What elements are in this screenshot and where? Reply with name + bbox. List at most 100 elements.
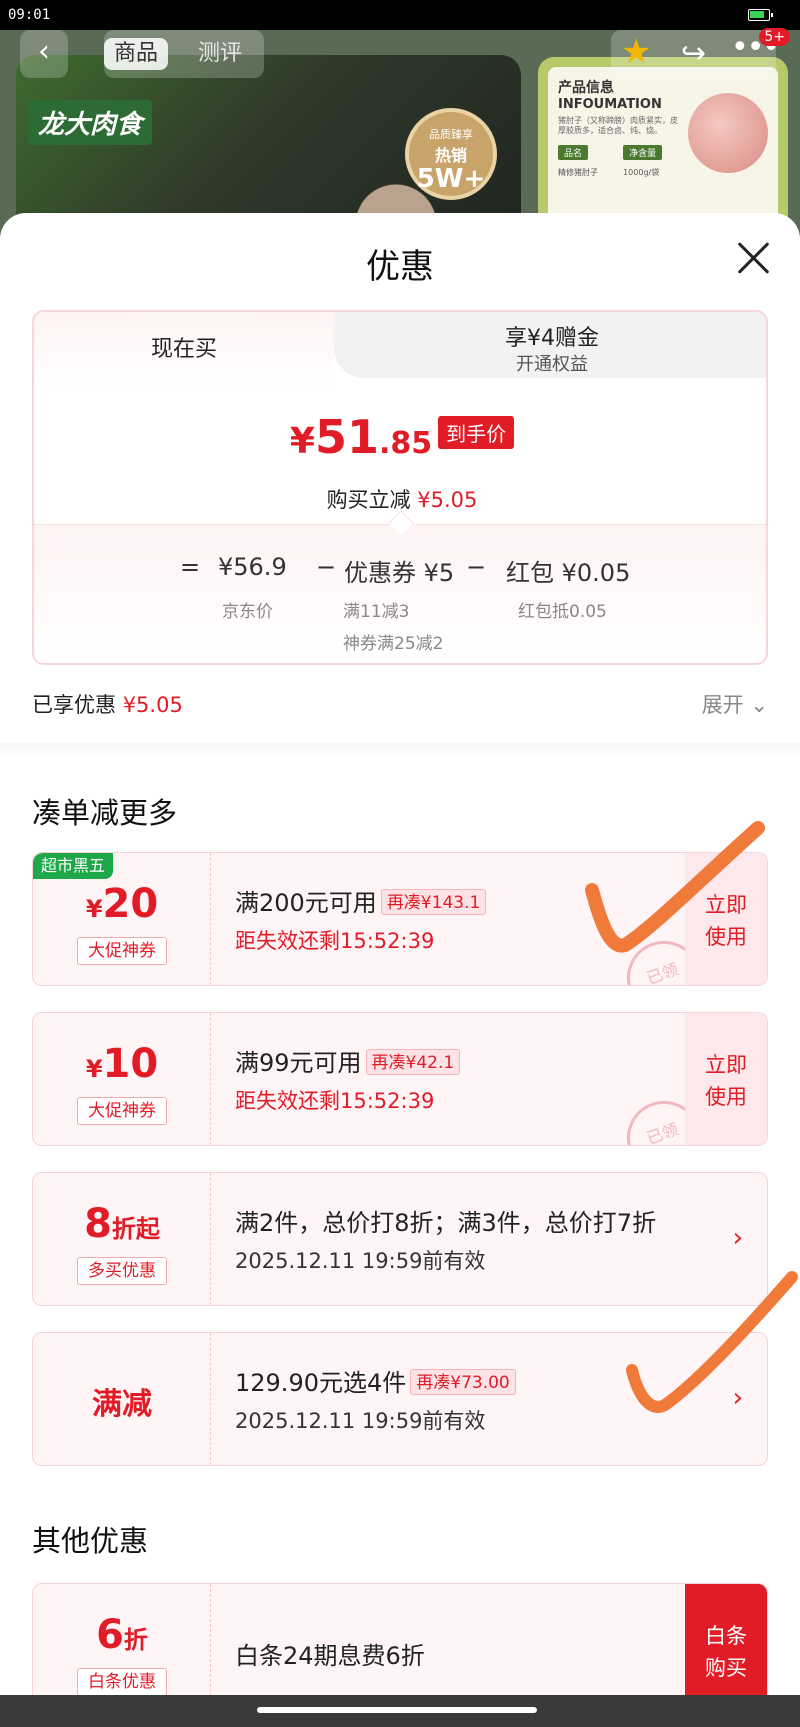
share-icon[interactable]: ↪	[681, 36, 706, 71]
chevron-down-icon: ⌄	[750, 693, 768, 717]
chevron-left-icon: ‹	[38, 34, 50, 69]
use-now-line2: 使用	[705, 1085, 747, 1109]
coupon-amount: 优惠券 ¥5	[344, 559, 455, 587]
sheet-title: 优惠	[366, 247, 434, 287]
coupon-value: 8折起 多买优惠	[33, 1173, 211, 1305]
coupon-validity: 2025.12.11 19:59前有效	[235, 1249, 486, 1273]
use-now-button[interactable]: 立即 使用	[685, 853, 767, 985]
coupon-sub: 满11减3	[343, 602, 410, 622]
coupon-type: 大促神券	[77, 1097, 167, 1125]
enjoyed-amount: ¥5.05	[122, 693, 183, 717]
home-indicator-area	[0, 1695, 800, 1727]
coupon-sub: 神券满25减2	[343, 634, 444, 654]
coupon-amount: ¥20	[33, 881, 211, 927]
coupon-countdown: 距失效还剩15:52:39	[235, 929, 435, 953]
coupon-yen: ¥	[85, 895, 103, 923]
expand-button[interactable]: 展开 ⌄	[702, 689, 768, 719]
coupon-need-more: 再凑¥143.1	[380, 889, 487, 915]
coupon-number: 8	[84, 1201, 112, 1247]
enjoyed-discount: 已享优惠 ¥5.05	[32, 689, 183, 719]
coupon-type: 多买优惠	[77, 1257, 167, 1285]
baitiao-buy-button[interactable]: 白条 购买	[685, 1584, 767, 1695]
coupon-value: ¥10 大促神券	[33, 1013, 211, 1145]
section-title-other: 其他优惠	[32, 1524, 149, 1558]
home-indicator[interactable]	[257, 1707, 537, 1713]
jd-price-label: 京东价	[222, 602, 273, 622]
buy-line2: 购买	[705, 1656, 747, 1680]
badge-mid-text: 热销	[434, 146, 467, 165]
coupon-condition: 满200元可用 再凑¥143.1	[235, 883, 487, 918]
info-desc: 猪肘子（又称蹄膀）肉质紧实，皮厚胶质多，适合卤、炖、烧。	[558, 116, 678, 136]
coupon-condition-text: 129.90元选4件	[235, 1369, 407, 1397]
coupon-amount: 6折	[33, 1612, 211, 1658]
enjoyed-label: 已享优惠	[32, 693, 116, 717]
membership-open: 开通权益	[516, 354, 588, 375]
final-price-int: 51	[314, 410, 379, 464]
coupon-card[interactable]: ¥10 大促神券 满99元可用 再凑¥42.1 距失效还剩15:52:39 已领 …	[32, 1012, 768, 1146]
hot-sale-badge: 品质臻享 热销 5W+	[405, 108, 497, 200]
coupon-need-more: 再凑¥73.00	[410, 1369, 516, 1395]
nav-actions: ★ ↪ ••• 5+	[611, 28, 790, 78]
hongbao-sub: 红包抵0.05	[518, 602, 607, 622]
tab-review[interactable]: 测评	[188, 38, 252, 70]
star-icon[interactable]: ★	[621, 32, 651, 72]
section-divider	[0, 743, 800, 757]
badge-big-text: 5W+	[416, 164, 486, 194]
final-price-yen: ¥	[289, 421, 315, 462]
info-value: 精修猪肘子	[558, 167, 598, 177]
coupon-unit: 折	[123, 1626, 148, 1654]
coupon-condition-text: 满200元可用	[235, 889, 377, 917]
coupon-condition-text: 满2件，总价打8折；满3件，总价打7折	[235, 1209, 657, 1237]
product-pack-image	[688, 93, 768, 173]
hongbao-amount: 红包 ¥0.05	[506, 559, 631, 587]
final-price-dec: .85	[378, 426, 433, 461]
coupon-card[interactable]: 满减 129.90元选4件 再凑¥73.00 2025.12.11 19:59前有…	[32, 1332, 768, 1466]
badge-top-text: 品质臻享	[429, 128, 473, 141]
promo-flag: 超市黑五	[33, 853, 114, 879]
coupon-number: 6	[96, 1612, 124, 1658]
info-tag: 品名	[558, 144, 589, 160]
coupon-big-label: 满减	[92, 1387, 152, 1422]
section-title-more: 凑单减更多	[32, 796, 178, 830]
coupon-unit: 折起	[111, 1215, 160, 1243]
coupon-number: 10	[102, 1041, 159, 1087]
coupon-value: 6折 白条优惠	[33, 1584, 211, 1695]
coupon-condition: 满99元可用 再凑¥42.1	[235, 1043, 461, 1078]
back-button[interactable]: ‹	[20, 30, 68, 78]
info-tag: 净含量	[623, 144, 663, 160]
reduce-amount: ¥5.05	[417, 488, 478, 512]
tab-product[interactable]: 商品	[104, 38, 169, 70]
coupon-condition: 129.90元选4件 再凑¥73.00	[235, 1363, 516, 1398]
price-breakdown: = ¥56.9 − 优惠券 ¥5 − 红包 ¥0.05 京东价 满11减3 神券…	[34, 524, 766, 663]
use-now-line1: 立即	[705, 1053, 747, 1077]
use-now-button[interactable]: 立即 使用	[685, 1013, 767, 1145]
equals-sign: =	[180, 553, 201, 581]
membership-bonus: 享¥4赠金	[505, 326, 599, 351]
minus-sign: −	[466, 553, 487, 581]
coupon-condition: 满2件，总价打8折；满3件，总价打7折	[235, 1203, 656, 1238]
coupon-card[interactable]: 8折起 多买优惠 满2件，总价打8折；满3件，总价打7折 2025.12.11 …	[32, 1172, 768, 1306]
message-count-badge: 5+	[759, 28, 790, 46]
coupon-condition-text: 满99元可用	[235, 1049, 362, 1077]
chevron-right-icon[interactable]: ›	[733, 1383, 743, 1413]
chevron-right-icon[interactable]: ›	[733, 1223, 743, 1253]
brand-logo: 龙大肉食	[28, 100, 153, 145]
status-bar: 09:01	[0, 0, 800, 30]
coupon-amount: 8折起	[33, 1201, 211, 1247]
battery-icon	[748, 9, 773, 21]
coupon-number: 20	[102, 881, 159, 927]
baitiao-coupon[interactable]: 6折 白条优惠 白条24期息费6折 白条 购买	[32, 1583, 768, 1695]
status-time: 09:01	[8, 7, 51, 23]
coupon-validity: 2025.12.11 19:59前有效	[235, 1409, 486, 1433]
use-now-line1: 立即	[705, 893, 747, 917]
coupon-condition-text: 白条24期息费6折	[235, 1642, 425, 1670]
coupon-card[interactable]: ¥20 大促神券 超市黑五 满200元可用 再凑¥143.1 距失效还剩15:52…	[32, 852, 768, 986]
coupon-countdown: 距失效还剩15:52:39	[235, 1089, 435, 1113]
top-nav: ‹ 商品 测评 ★ ↪ ••• 5+	[0, 28, 800, 86]
tab-membership[interactable]: 享¥4赠金 开通权益	[334, 312, 766, 378]
info-value: 1000g/袋	[623, 167, 660, 177]
tab-buy-now[interactable]: 现在买	[34, 312, 334, 388]
coupon-need-more: 再凑¥42.1	[365, 1049, 461, 1075]
nav-tabs: 商品 测评	[104, 30, 264, 78]
close-icon[interactable]	[736, 241, 770, 275]
